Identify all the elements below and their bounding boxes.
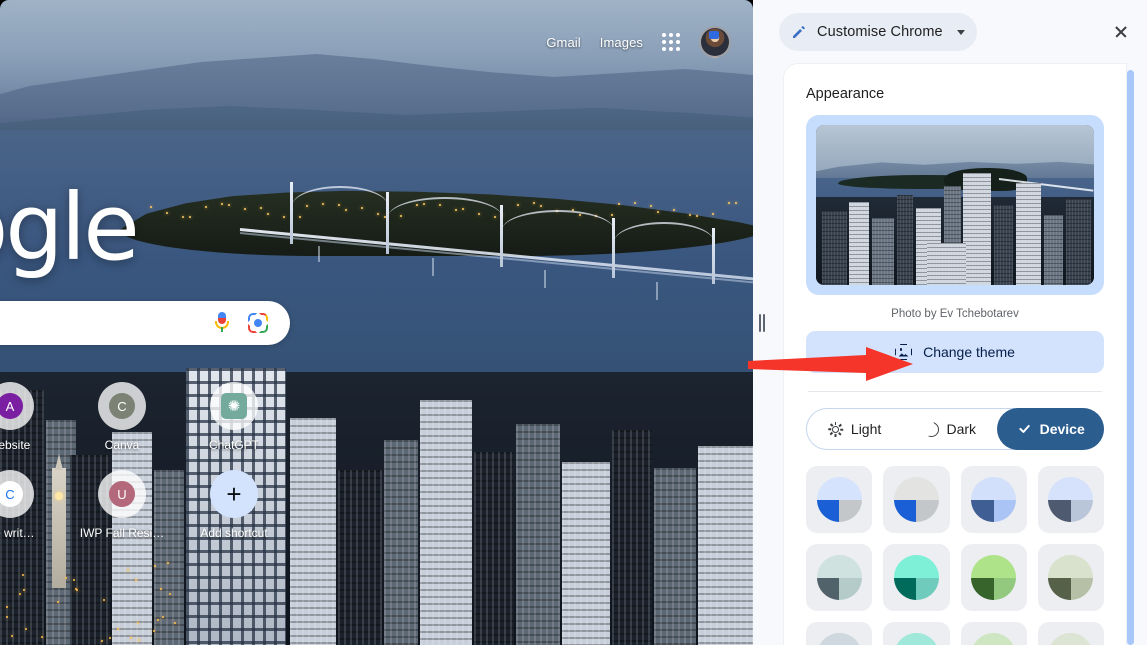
shortcut-icon: U [98,470,146,518]
shortcut-item[interactable]: C Canva [66,382,178,452]
theme-mode-selector: Light Dark Device [806,408,1104,450]
chevron-down-icon[interactable] [957,30,965,35]
swatch-preview [894,555,939,600]
swatch-preview [971,477,1016,522]
customise-chrome-dropdown[interactable]: Customise Chrome [779,13,977,51]
new-tab-page: Gmail Images ogle A website C Canva [0,0,753,645]
swatch-preview [894,477,939,522]
swatch-preview [1048,477,1093,522]
google-logo: ogle [0,182,137,274]
shortcut-item[interactable]: + Add shortcut [178,470,290,540]
colour-swatch-row3-d[interactable] [1038,622,1104,645]
swatch-preview [1048,555,1093,600]
sun-icon [828,422,843,437]
colour-swatch-slate-blue[interactable] [1038,466,1104,533]
colour-swatch-row3-c[interactable] [961,622,1027,645]
panel-title: Customise Chrome [817,24,943,40]
mode-option-device[interactable]: Device [997,408,1104,450]
panel-scrollbar[interactable] [1127,70,1134,645]
shortcut-icon: C [0,470,34,518]
shortcut-item[interactable]: C ive writ… [0,470,66,540]
colour-swatch-grid [806,466,1104,645]
shortcut-grid: A website C Canva ✺ ChatGPT C ive writ… … [0,382,384,540]
mode-option-light[interactable]: Light [807,409,902,449]
mode-label-device: Device [1040,421,1085,437]
section-title-appearance: Appearance [806,86,1104,102]
colour-swatch-row3-b[interactable] [883,622,949,645]
shortcut-item[interactable]: ✺ ChatGPT [178,382,290,452]
pencil-icon [791,24,807,40]
theme-preview-container[interactable] [806,115,1104,295]
check-icon [1017,422,1032,437]
swatch-preview [817,555,862,600]
shortcut-label: Canva [105,438,140,452]
change-theme-label: Change theme [923,344,1015,360]
shortcut-icon: C [98,382,146,430]
colour-swatch-pale-teal[interactable] [806,544,872,611]
microphone-icon[interactable] [214,312,230,334]
annotation-arrow [748,347,913,383]
shortcut-label: Add shortcut [200,526,267,540]
swatch-preview [894,633,939,645]
colour-swatch-aqua[interactable] [883,544,949,611]
shortcut-icon: A [0,382,34,430]
shortcut-label: ChatGPT [209,438,259,452]
colour-swatch-row3-a[interactable] [806,622,872,645]
close-icon[interactable] [1107,18,1135,46]
colour-swatch-sage[interactable] [1038,544,1104,611]
shortcut-label: ive writ… [0,526,35,540]
swatch-preview [817,477,862,522]
shortcut-label: website [0,438,30,452]
google-lens-icon[interactable] [248,313,268,333]
ntp-top-links: Gmail Images [546,26,731,58]
photo-credit: Photo by Ev Tchebotarev [806,308,1104,320]
screen: Gmail Images ogle A website C Canva [0,0,1147,645]
add-shortcut-icon[interactable]: + [210,470,258,518]
shortcut-item[interactable]: U IWP Fall Resi… [66,470,178,540]
panel-resize-divider[interactable] [753,0,771,645]
shortcut-icon: ✺ [210,382,258,430]
mode-option-dark[interactable]: Dark [902,409,997,449]
colour-swatch-default-blue[interactable] [806,466,872,533]
moon-icon [924,422,939,437]
gmail-link[interactable]: Gmail [546,35,580,50]
apps-grid-icon[interactable] [662,33,680,51]
search-box[interactable] [0,301,290,345]
mode-label-light: Light [851,421,881,437]
mode-label-dark: Dark [947,421,977,437]
swatch-preview [817,633,862,645]
customise-chrome-panel: Customise Chrome Appearance Photo by Ev … [771,0,1147,645]
colour-swatch-light-green[interactable] [961,544,1027,611]
theme-preview-image [816,125,1094,285]
profile-avatar[interactable] [699,26,731,58]
panel-header: Customise Chrome [771,0,1147,64]
drag-handle-icon[interactable] [759,314,765,332]
colour-swatch-grey-blue[interactable] [883,466,949,533]
swatch-preview [971,633,1016,645]
images-link[interactable]: Images [600,35,643,50]
shortcut-label: IWP Fall Resi… [80,526,164,540]
swatch-preview [971,555,1016,600]
swatch-preview [1048,633,1093,645]
colour-swatch-muted-blue[interactable] [961,466,1027,533]
shortcut-item[interactable]: A website [0,382,66,452]
section-divider [808,391,1102,392]
